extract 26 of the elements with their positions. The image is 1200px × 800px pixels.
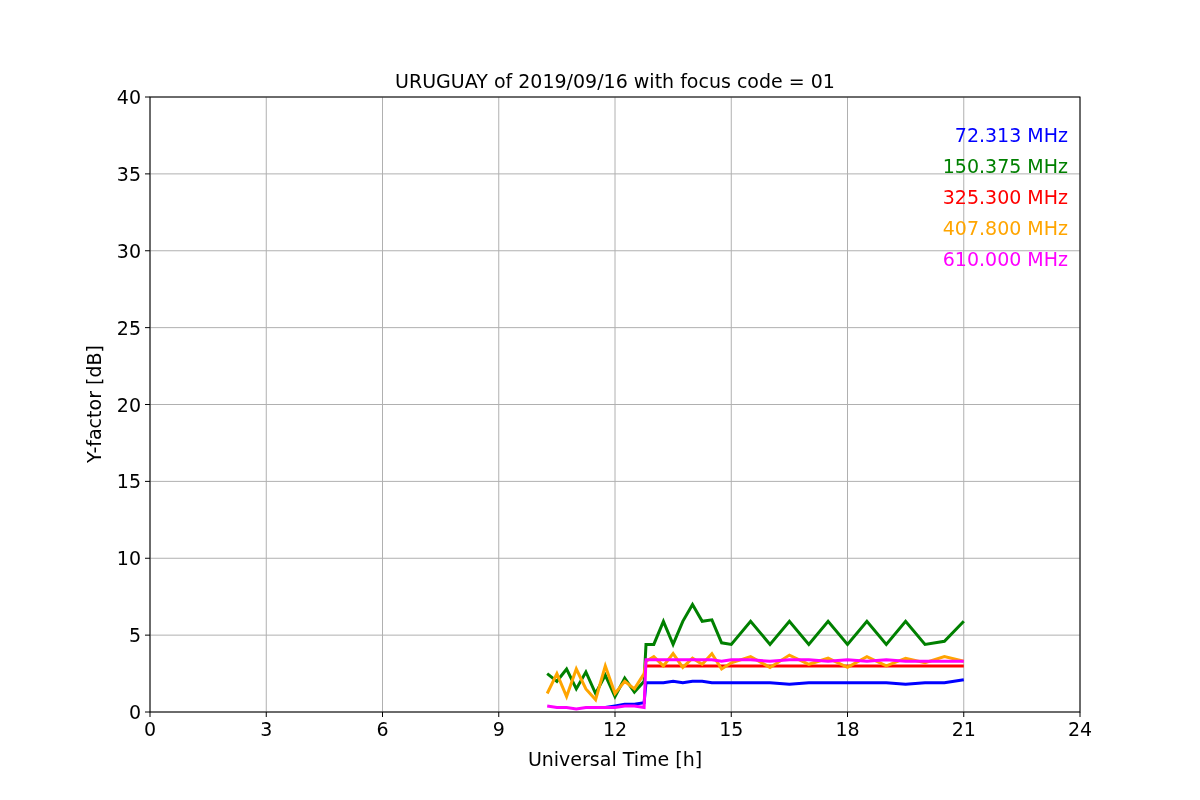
y-axis-label: Y-factor [dB] [83, 345, 105, 463]
x-tick-label: 24 [1067, 718, 1093, 740]
legend-label: 610.000 MHz [942, 248, 1068, 270]
x-tick-label: 6 [376, 718, 389, 740]
legend-label: 150.375 MHz [942, 155, 1068, 177]
y-tick-label: 5 [128, 624, 141, 647]
x-tick-label: 15 [719, 718, 744, 740]
y-tick-label: 30 [116, 239, 141, 262]
legend-label: 407.800 MHz [942, 217, 1068, 239]
y-tick-label: 15 [116, 470, 141, 493]
y-tick-label: 10 [116, 547, 141, 570]
x-tick-label: 0 [143, 718, 157, 740]
chart-title: URUGUAY of 2019/09/16 with focus code = 01 [395, 70, 835, 92]
y-tick-label: 35 [116, 162, 141, 185]
x-tick-label: 3 [260, 718, 273, 740]
y-tick-label: 20 [116, 393, 141, 416]
y-tick-label: 0 [128, 701, 141, 723]
legend-label: 325.300 MHz [942, 186, 1068, 208]
y-tick-label: 25 [116, 316, 141, 339]
x-tick-label: 18 [835, 718, 860, 740]
x-tick-label: 12 [602, 718, 628, 740]
x-axis-label: Universal Time [h] [527, 748, 703, 770]
x-tick-label: 9 [492, 718, 505, 740]
legend-label: 72.313 MHz [954, 124, 1068, 146]
x-tick-label: 21 [951, 718, 976, 740]
y-tick-label: 40 [116, 86, 141, 108]
